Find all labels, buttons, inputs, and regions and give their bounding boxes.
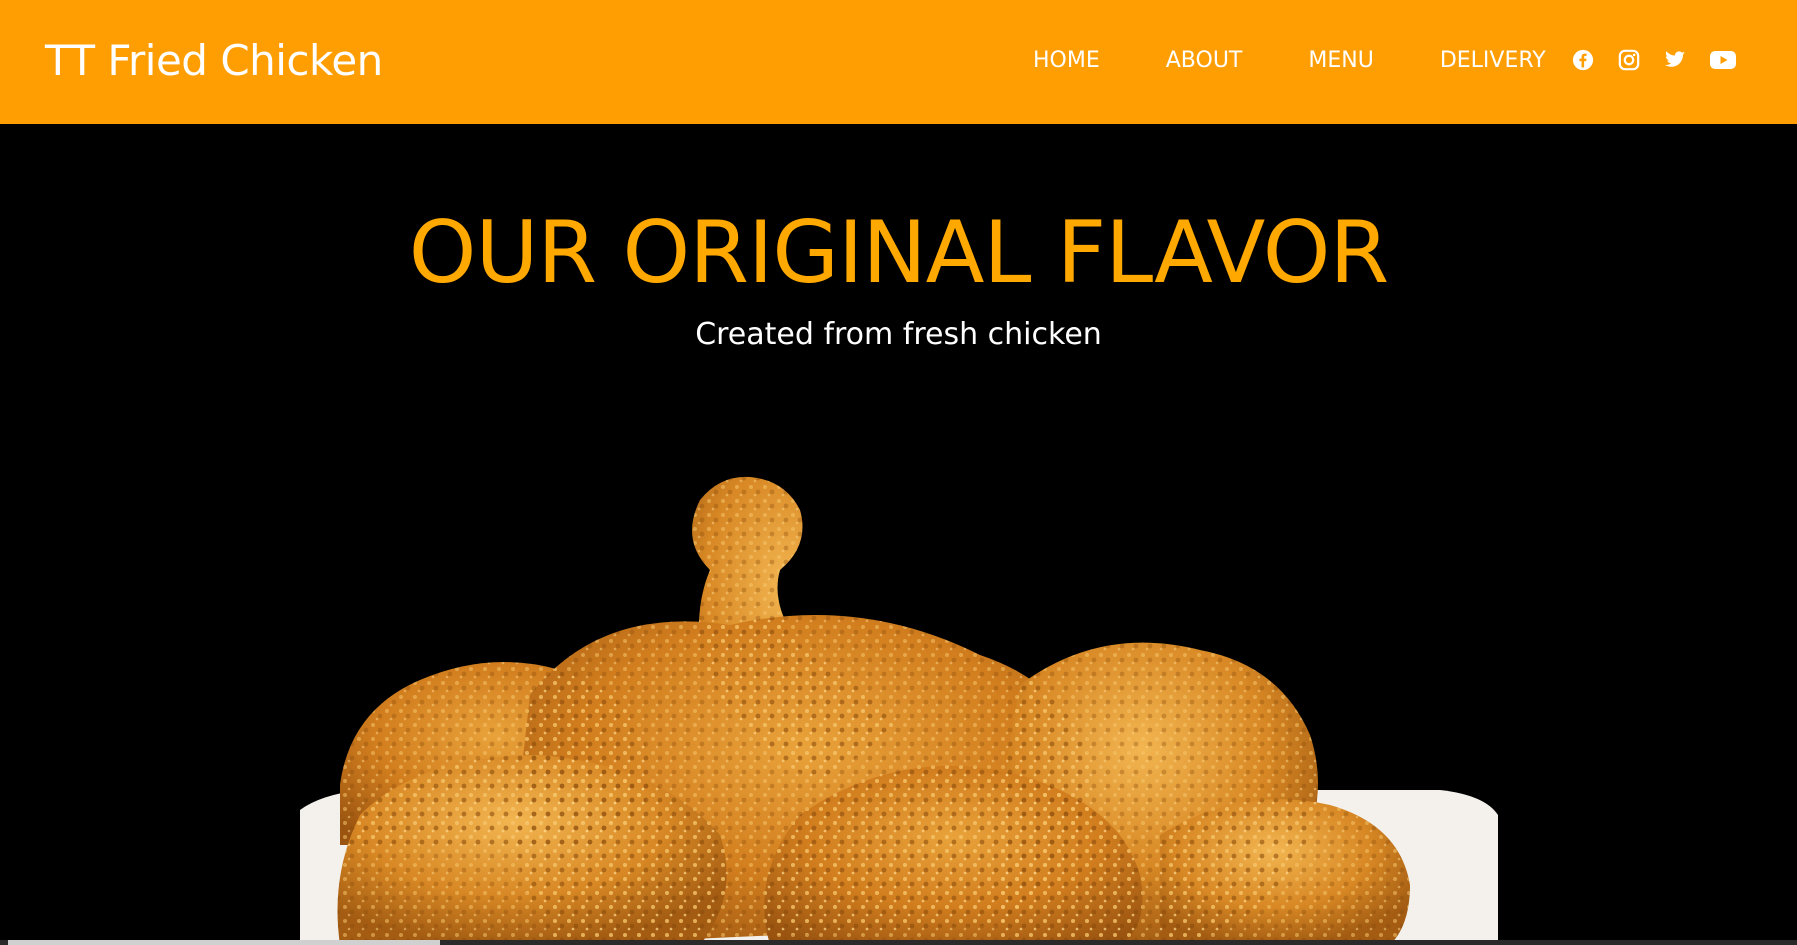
nav-item-home[interactable]: HOME (1033, 44, 1100, 78)
nav-item-about[interactable]: ABOUT (1166, 44, 1243, 78)
hero-title: OUR ORIGINAL FLAVOR (408, 203, 1389, 303)
nav-item-menu[interactable]: MENU (1308, 44, 1373, 78)
facebook-icon[interactable] (1571, 48, 1595, 72)
hero-subtitle: Created from fresh chicken (695, 317, 1102, 352)
social-links (1571, 48, 1737, 72)
navbar: TT Fried Chicken HOME ABOUT MENU DELIVER… (0, 0, 1797, 124)
brand-logo[interactable]: TT Fried Chicken (45, 34, 383, 88)
main-nav: HOME ABOUT MENU DELIVERY (1033, 44, 1546, 78)
nav-item-delivery[interactable]: DELIVERY (1440, 44, 1546, 78)
twitter-icon[interactable] (1663, 48, 1687, 72)
youtube-icon[interactable] (1709, 48, 1737, 72)
fried-chicken-image (300, 455, 1498, 945)
instagram-icon[interactable] (1617, 48, 1641, 72)
horizontal-scrollbar[interactable] (0, 940, 1797, 945)
page: TT Fried Chicken HOME ABOUT MENU DELIVER… (0, 0, 1797, 945)
scrollbar-thumb[interactable] (8, 940, 440, 945)
